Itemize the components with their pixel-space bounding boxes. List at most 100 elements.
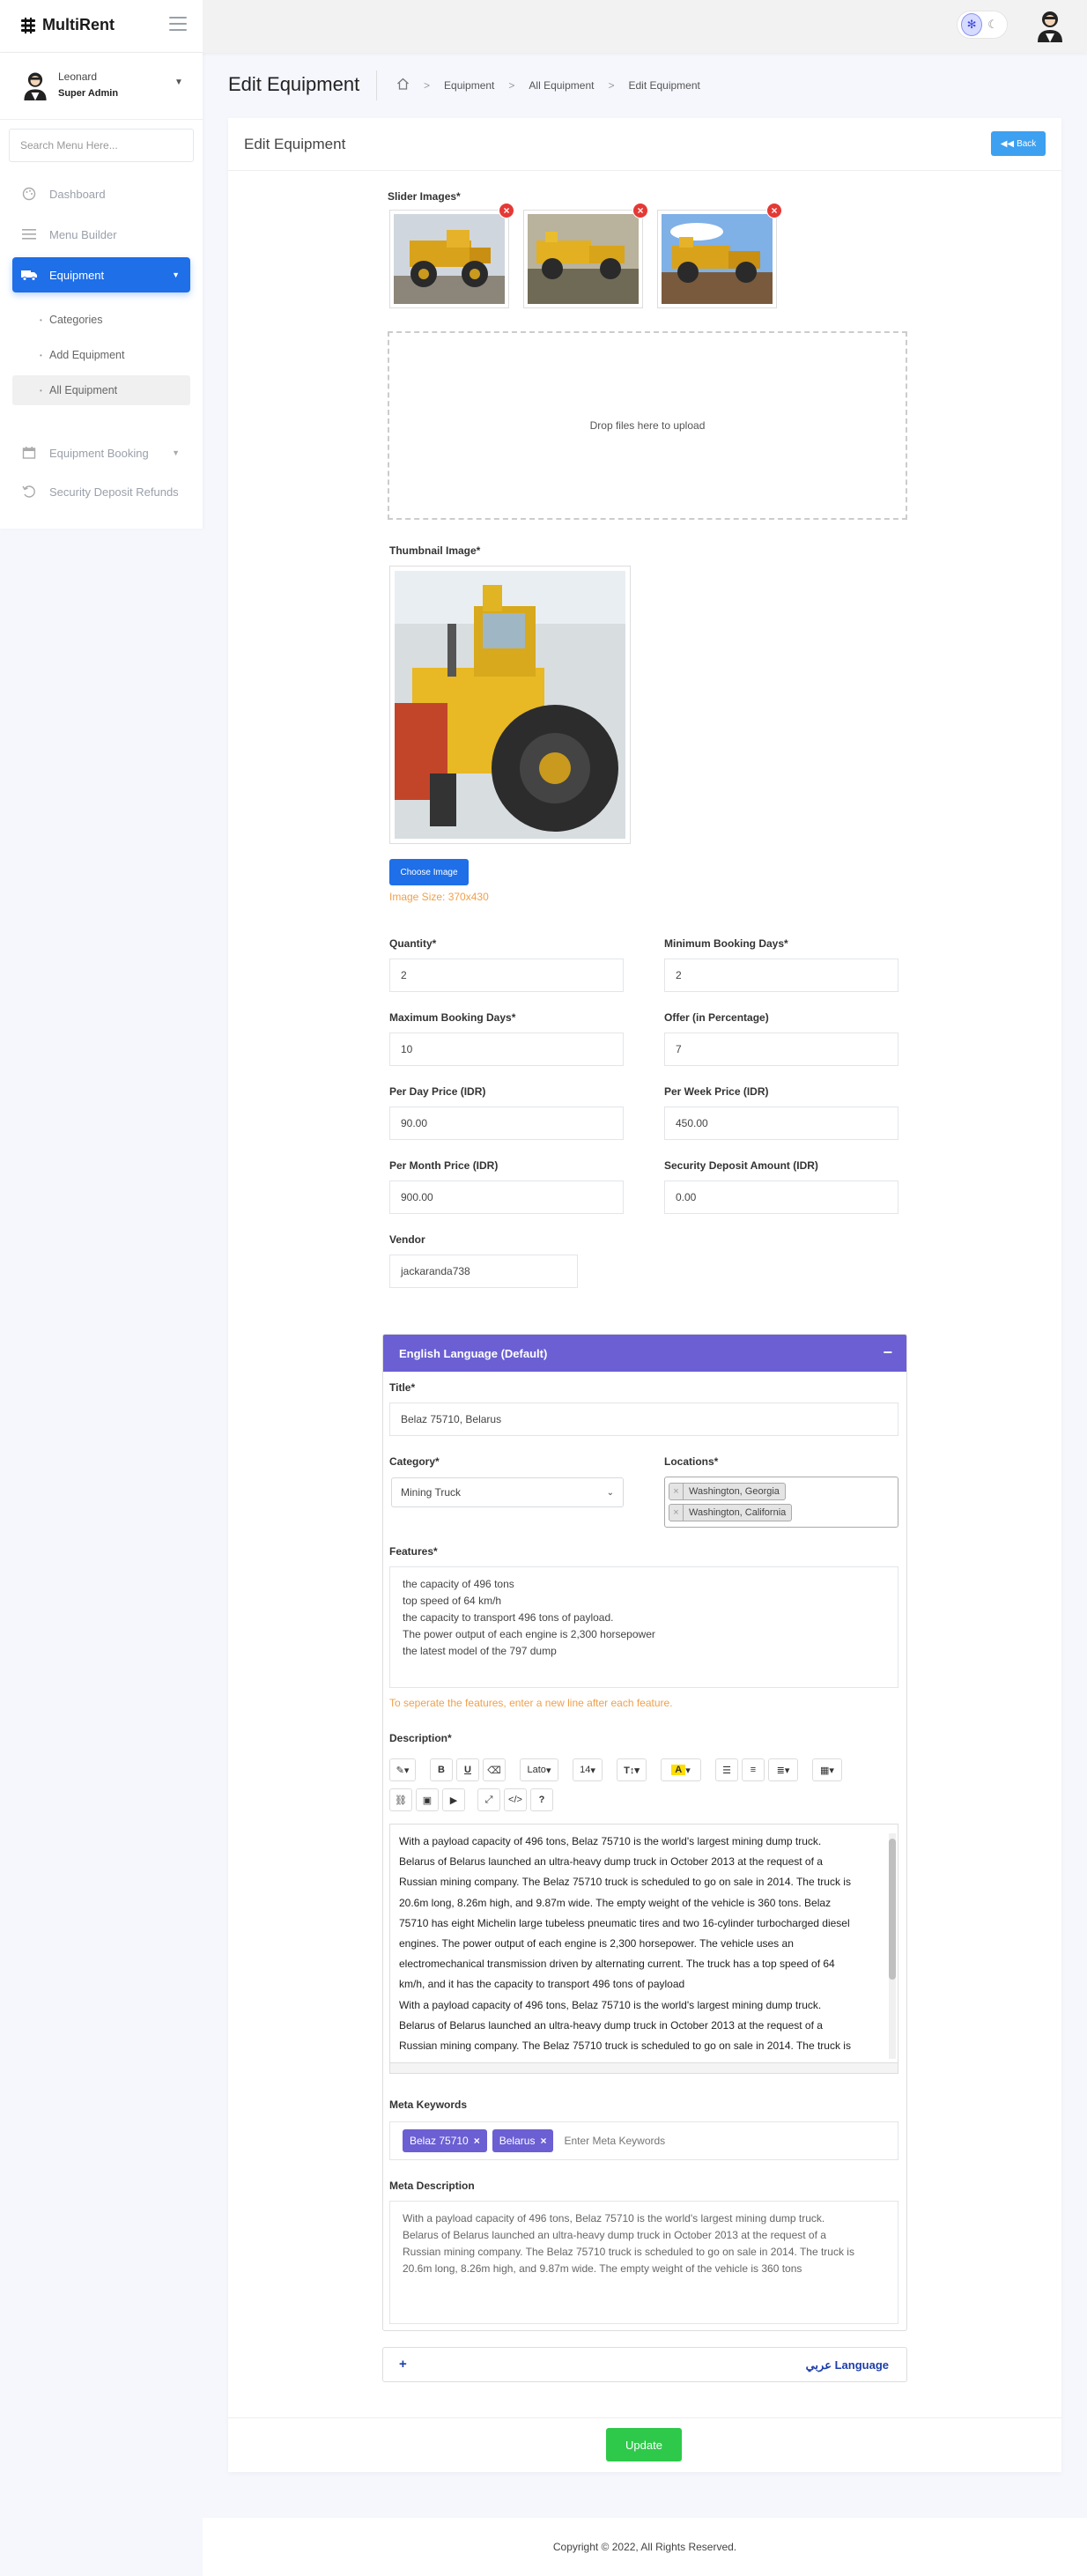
min-booking-days-label: Minimum Booking Days* bbox=[664, 937, 788, 950]
breadcrumb-item[interactable]: All Equipment bbox=[529, 79, 594, 92]
meta-keywords-input[interactable] bbox=[564, 2135, 701, 2147]
sidebar-toggle-icon[interactable] bbox=[169, 17, 187, 33]
theme-toggle[interactable]: ✻ ☾ bbox=[957, 11, 1008, 39]
sidebar-subitem-all-equipment[interactable]: All Equipment bbox=[12, 375, 190, 405]
expand-plus-icon[interactable]: + bbox=[399, 2357, 407, 2372]
image-size-hint: Image Size: 370x430 bbox=[389, 891, 489, 903]
table-icon[interactable]: ▦▾ bbox=[812, 1758, 842, 1781]
remove-tag-icon[interactable]: × bbox=[540, 2135, 546, 2147]
font-size-dropdown[interactable]: 14 ▾ bbox=[573, 1758, 603, 1781]
sidebar-item-equipment[interactable]: Equipment ▼ bbox=[12, 257, 190, 292]
text-height-icon[interactable]: T↕▾ bbox=[617, 1758, 647, 1781]
breadcrumb-item[interactable]: Equipment bbox=[444, 79, 494, 92]
back-button[interactable]: ◀◀ Back bbox=[991, 131, 1046, 156]
update-button[interactable]: Update bbox=[606, 2428, 682, 2461]
per-day-price-input[interactable]: 90.00 bbox=[389, 1107, 624, 1140]
profile-panel[interactable]: Leonard Super Admin ▼ bbox=[0, 53, 203, 120]
code-view-icon[interactable]: </> bbox=[504, 1788, 527, 1811]
location-tag: × Washington, Georgia bbox=[669, 1483, 786, 1500]
sidebar-search-input[interactable] bbox=[9, 129, 194, 162]
vendor-input[interactable]: jackaranda738 bbox=[389, 1255, 578, 1288]
video-icon[interactable]: ▶ bbox=[442, 1788, 465, 1811]
keyword-tag-label: Belarus bbox=[499, 2135, 536, 2147]
sidebar-subitem-categories[interactable]: Categories bbox=[12, 305, 190, 335]
feature-line: top speed of 64 km/h bbox=[403, 1595, 502, 1607]
remove-image-icon[interactable]: × bbox=[632, 203, 648, 218]
features-hint: To seperate the features, enter a new li… bbox=[389, 1697, 673, 1709]
help-icon[interactable]: ? bbox=[530, 1788, 553, 1811]
title-input[interactable]: Belaz 75710, Belarus bbox=[389, 1403, 898, 1436]
meta-description-textarea[interactable]: With a payload capacity of 496 tons, Bel… bbox=[389, 2201, 898, 2324]
caret-down-icon[interactable]: ▼ bbox=[174, 78, 183, 87]
meta-description-line: With a payload capacity of 496 tons, Bel… bbox=[403, 2212, 825, 2224]
choose-image-label: Choose Image bbox=[400, 867, 458, 877]
description-content[interactable]: With a payload capacity of 496 tons, Bel… bbox=[389, 1824, 898, 2063]
english-language-title: English Language (Default) bbox=[399, 1346, 548, 1360]
description-label: Description* bbox=[389, 1732, 452, 1744]
features-textarea[interactable]: the capacity of 496 tons top speed of 64… bbox=[389, 1566, 898, 1688]
sun-icon[interactable]: ✻ bbox=[961, 13, 983, 36]
image-dropzone[interactable]: Drop files here to upload bbox=[388, 331, 907, 520]
bold-icon[interactable]: B bbox=[430, 1758, 453, 1781]
feature-line: The power output of each engine is 2,300… bbox=[403, 1628, 655, 1640]
category-selected: Mining Truck bbox=[401, 1486, 462, 1499]
card-title: Edit Equipment bbox=[244, 136, 346, 152]
remove-tag-icon[interactable]: × bbox=[474, 2135, 480, 2147]
sidebar-subitem-add-equipment[interactable]: Add Equipment bbox=[12, 340, 190, 370]
color-picker[interactable]: A ▾ bbox=[661, 1758, 701, 1781]
slider-images-label: Slider Images* bbox=[388, 190, 461, 203]
description-line: Russian mining company. The Belaz 75710 … bbox=[399, 2039, 851, 2053]
remove-tag-icon[interactable]: × bbox=[669, 1505, 684, 1521]
fullscreen-icon[interactable]: ⤢ bbox=[477, 1788, 500, 1811]
caret-down-icon: ▼ bbox=[172, 448, 180, 457]
meta-keywords-field[interactable]: Belaz 75710 × Belarus × bbox=[389, 2121, 898, 2160]
per-day-price-label: Per Day Price (IDR) bbox=[389, 1085, 486, 1098]
user-avatar-icon[interactable] bbox=[1032, 7, 1068, 42]
sidebar-item-security-deposit-refunds[interactable]: Security Deposit Refunds bbox=[12, 474, 190, 509]
thumbnail-picture bbox=[395, 571, 625, 839]
english-language-header[interactable]: English Language (Default) − bbox=[383, 1335, 906, 1372]
image-icon[interactable]: ▣ bbox=[416, 1788, 439, 1811]
sidebar-item-equipment-booking[interactable]: Equipment Booking ▼ bbox=[12, 435, 190, 470]
category-select[interactable]: Mining Truck ⌄ bbox=[391, 1477, 624, 1507]
security-deposit-input[interactable]: 0.00 bbox=[664, 1181, 898, 1214]
link-icon[interactable]: ⛓ bbox=[389, 1788, 412, 1811]
moon-icon[interactable]: ☾ bbox=[982, 13, 1003, 36]
ordered-list-icon[interactable]: ≡ bbox=[742, 1758, 765, 1781]
undo-icon bbox=[21, 484, 37, 500]
offer-input[interactable]: 7 bbox=[664, 1033, 898, 1066]
security-deposit-label: Security Deposit Amount (IDR) bbox=[664, 1159, 818, 1172]
home-icon[interactable] bbox=[396, 78, 410, 93]
locations-multiselect[interactable]: × Washington, Georgia × Washington, Cali… bbox=[664, 1477, 898, 1528]
quantity-input[interactable]: 2 bbox=[389, 959, 624, 992]
underline-icon[interactable]: U bbox=[456, 1758, 479, 1781]
brand-logo-icon bbox=[21, 17, 35, 33]
unordered-list-icon[interactable]: ☰ bbox=[715, 1758, 738, 1781]
per-week-price-input[interactable]: 450.00 bbox=[664, 1107, 898, 1140]
choose-image-button[interactable]: Choose Image bbox=[389, 859, 469, 885]
per-month-price-input[interactable]: 900.00 bbox=[389, 1181, 624, 1214]
editor-scrollbar[interactable] bbox=[889, 1833, 896, 2059]
sidebar-item-label: Equipment bbox=[49, 268, 105, 282]
footer: Copyright © 2022, All Rights Reserved. bbox=[203, 2518, 1087, 2576]
remove-image-icon[interactable]: × bbox=[499, 203, 514, 218]
magic-wand-icon[interactable]: ✎▾ bbox=[389, 1758, 416, 1781]
per-week-price-label: Per Week Price (IDR) bbox=[664, 1085, 769, 1098]
collapse-minus-icon[interactable]: − bbox=[883, 1344, 892, 1362]
brand-logo[interactable]: MultiRent bbox=[19, 16, 115, 34]
max-booking-days-input[interactable]: 10 bbox=[389, 1033, 624, 1066]
editor-resize-handle[interactable] bbox=[389, 2063, 898, 2074]
sidebar-item-menu-builder[interactable]: Menu Builder bbox=[12, 217, 190, 252]
locations-label: Locations* bbox=[664, 1455, 719, 1468]
arabic-language-panel[interactable]: + عربي Language bbox=[382, 2347, 907, 2382]
sidebar-item-dashboard[interactable]: Dashboard bbox=[12, 176, 190, 211]
min-booking-days-input[interactable]: 2 bbox=[664, 959, 898, 992]
eraser-icon[interactable]: ⌫ bbox=[483, 1758, 506, 1781]
location-tag: × Washington, California bbox=[669, 1504, 793, 1521]
align-dropdown-icon[interactable]: ≣▾ bbox=[768, 1758, 798, 1781]
font-family-dropdown[interactable]: Lato ▾ bbox=[520, 1758, 558, 1781]
per-month-price-label: Per Month Price (IDR) bbox=[389, 1159, 499, 1172]
chevron-down-icon: ⌄ bbox=[606, 1487, 614, 1498]
remove-tag-icon[interactable]: × bbox=[669, 1484, 684, 1499]
remove-image-icon[interactable]: × bbox=[766, 203, 782, 218]
